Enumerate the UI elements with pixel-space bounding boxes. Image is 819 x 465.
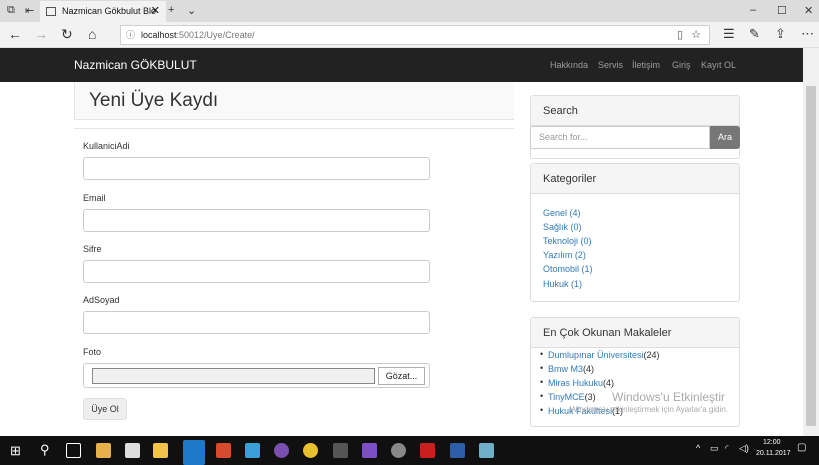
page-title: Yeni Üye Kaydı [74,82,514,120]
visual-studio-icon[interactable] [362,443,377,458]
divider [74,128,514,129]
file-explorer-icon[interactable] [153,443,168,458]
popular-title: En Çok Okunan Makaleler [531,318,739,348]
tray-expand-icon[interactable]: ^ [696,443,700,453]
minimize-icon[interactable]: – [750,4,756,16]
share-icon[interactable]: ⇪ [775,26,786,42]
fullname-label: AdSoyad [83,295,120,305]
category-link[interactable]: Sağlık (0) [543,222,582,232]
favorites-hub-icon[interactable]: ☰ [723,26,735,42]
favorite-star-icon[interactable]: ☆ [691,26,701,44]
reading-view-icon[interactable]: ▯ [677,26,683,44]
activation-watermark-title: Windows'u Etkinleştir [612,390,725,404]
scrollbar-thumb[interactable] [806,86,816,426]
maximize-icon[interactable]: ☐ [777,4,787,17]
action-center-icon[interactable]: ▢ [797,442,806,453]
article-count: (4) [603,378,615,388]
article-link[interactable]: Dumlupınar Üniversitesi [548,350,644,360]
back-icon[interactable]: ← [8,26,22,42]
activation-watermark-text: Windows'u etkinleştirmek için Ayarlar'a … [570,405,729,414]
list-item: • Miras Hukuku(4) [540,377,615,388]
info-icon[interactable]: ⓘ [126,26,135,44]
category-link[interactable]: Otomobil (1) [543,264,593,274]
close-tab-icon[interactable]: ✕ [151,1,160,22]
categories-title: Kategoriler [531,164,739,194]
nav-link-giris[interactable]: Giriş [672,48,691,82]
app-icon[interactable] [245,443,260,458]
search-button[interactable]: Ara [710,126,740,149]
mail-icon[interactable] [125,443,140,458]
url-host: localhost [141,30,177,40]
password-input[interactable] [83,260,430,283]
file-path-field[interactable] [92,368,375,384]
article-link[interactable]: TinyMCE [548,392,585,402]
web-note-icon[interactable]: ✎ [749,26,760,42]
category-link[interactable]: Yazılım (2) [543,250,586,260]
fullname-input[interactable] [83,311,430,334]
url-field[interactable]: ⓘ localhost:50012/Uye/Create/ ▯ ☆ [120,25,710,45]
app-icon[interactable] [479,443,494,458]
username-input[interactable] [83,157,430,180]
app-icon[interactable] [450,443,465,458]
search-input[interactable]: Search for... [530,126,710,149]
task-view-icon[interactable] [66,443,81,458]
article-link[interactable]: Bmw M3 [548,364,583,374]
nav-link-kayit[interactable]: Kayıt OL [701,48,736,82]
volume-icon[interactable]: ◁) [739,443,749,454]
more-icon[interactable]: ⋯ [801,26,814,42]
pdf-reader-icon[interactable] [420,443,435,458]
search-icon[interactable]: ⚲ [40,442,50,458]
browser-tab[interactable]: Nazmican Gökbulut Blo ✕ [40,1,166,22]
article-link[interactable]: Miras Hukuku [548,378,603,388]
url-path: :50012/Uye/Create/ [176,30,255,40]
windows-start-icon[interactable]: ⊞ [10,443,21,459]
brand-link[interactable]: Nazmican GÖKBULUT [74,48,197,82]
search-title: Search [531,96,739,126]
store-icon[interactable] [96,443,111,458]
register-button[interactable]: Üye Ol [83,398,127,420]
tab-title: Nazmican Gökbulut Blo [62,6,157,16]
clock-time[interactable]: 12:00 [763,439,781,446]
email-input[interactable] [83,209,430,232]
article-count: (3) [584,392,596,402]
battery-icon[interactable]: ▭ [710,443,719,454]
app-icon[interactable] [333,443,348,458]
photo-label: Foto [83,347,102,357]
network-icon[interactable]: ◜ [725,443,729,454]
category-link[interactable]: Hukuk (1) [543,279,582,289]
new-tab-icon[interactable]: + [168,4,174,16]
site-navbar: Nazmican GÖKBULUT Hakkında Servis İletiş… [0,48,803,82]
app-icon[interactable] [274,443,289,458]
set-aside-tabs-icon[interactable]: ⇤ [25,4,34,17]
article-count: (24) [643,350,660,360]
edge-browser-icon[interactable] [183,440,205,465]
clock-date[interactable]: 20.11.2017 [756,450,791,457]
list-item: • TinyMCE(3) [540,391,596,402]
nav-link-iletisim[interactable]: İletişim [632,48,660,82]
nav-link-servis[interactable]: Servis [598,48,623,82]
article-count: (4) [583,364,595,374]
chevron-down-icon[interactable]: ⌄ [187,4,196,17]
email-label: Email [83,193,106,203]
forward-icon[interactable]: → [34,26,48,42]
password-label: Sifre [83,244,102,254]
app-icon[interactable] [391,443,406,458]
browse-button[interactable]: Gözat... [378,367,425,385]
nav-link-hakkinda[interactable]: Hakkında [550,48,588,82]
refresh-icon[interactable]: ↻ [61,26,73,43]
list-item: • Bmw M3(4) [540,363,595,374]
home-icon[interactable]: ⌂ [88,26,96,42]
tab-actions-icon[interactable]: ⧉ [7,4,15,17]
category-link[interactable]: Teknoloji (0) [543,236,592,246]
username-label: KullaniciAdi [83,141,130,151]
close-window-icon[interactable]: ✕ [804,4,813,17]
page-icon [46,7,56,16]
category-link[interactable]: Genel (4) [543,208,581,218]
photo-file-input[interactable]: Gözat... [83,363,430,388]
app-icon[interactable] [216,443,231,458]
address-bar: ← → ↻ ⌂ ⓘ localhost:50012/Uye/Create/ ▯ … [0,22,819,48]
chrome-icon[interactable] [303,443,318,458]
list-item: • Dumlupınar Üniversitesi(24) [540,349,660,360]
browser-tab-bar: ⧉ ⇤ Nazmican Gökbulut Blo ✕ + ⌄ – ☐ ✕ [0,0,819,22]
